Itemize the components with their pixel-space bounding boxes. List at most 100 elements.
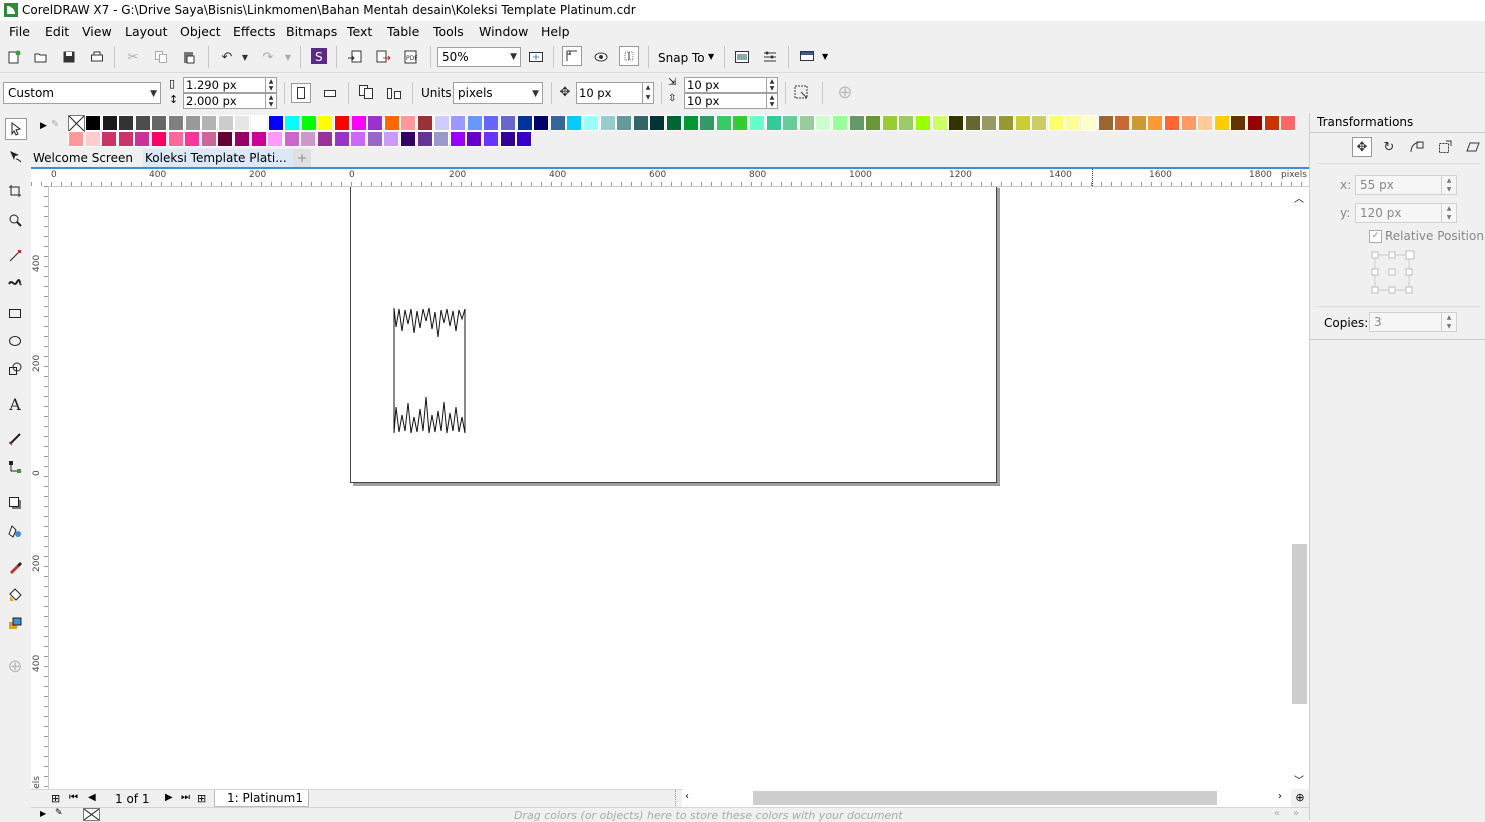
x-position-field[interactable]: 55 px ▲ ▼ xyxy=(1355,175,1457,195)
zoom-navigator-icon[interactable]: ⊕ xyxy=(1291,789,1309,807)
color-swatch[interactable] xyxy=(616,115,633,131)
drop-shadow-tool-icon[interactable] xyxy=(5,493,25,513)
menu-help[interactable]: Help xyxy=(541,24,570,39)
color-swatch[interactable] xyxy=(566,115,583,131)
page-height-field[interactable]: 2.000 px ▲ ▼ xyxy=(183,93,277,109)
horizontal-scroll-thumb[interactable] xyxy=(753,791,1217,805)
add-quick-customize-icon[interactable]: ⊕ xyxy=(836,82,854,103)
zoom-tool-icon[interactable] xyxy=(5,210,25,230)
relative-position-checkbox[interactable]: ✓ xyxy=(1369,230,1382,243)
next-page-icon[interactable]: ▶ xyxy=(165,792,173,803)
parallel-dimension-tool-icon[interactable] xyxy=(5,429,25,449)
color-swatch[interactable] xyxy=(267,115,284,131)
portrait-icon[interactable] xyxy=(291,83,311,103)
color-swatch[interactable] xyxy=(1047,115,1064,131)
size-icon[interactable] xyxy=(1436,138,1454,156)
color-swatch[interactable] xyxy=(964,115,981,131)
doc-palette-arrow-icon[interactable]: ▶ xyxy=(40,809,46,818)
color-swatch[interactable] xyxy=(234,115,251,131)
color-swatch[interactable] xyxy=(184,131,201,147)
color-swatch[interactable] xyxy=(366,131,383,147)
color-swatch[interactable] xyxy=(749,115,765,131)
color-swatch[interactable] xyxy=(234,131,250,147)
color-swatch[interactable] xyxy=(682,115,699,131)
color-swatch[interactable] xyxy=(433,115,450,131)
color-swatch[interactable] xyxy=(649,115,666,131)
menu-object[interactable]: Object xyxy=(180,24,221,39)
zoom-to-page-icon[interactable] xyxy=(527,48,545,66)
color-swatch[interactable] xyxy=(715,115,732,131)
ellipse-tool-icon[interactable] xyxy=(5,331,25,351)
previous-page-icon[interactable]: ◀ xyxy=(88,792,96,803)
color-swatch[interactable] xyxy=(832,115,848,131)
vertical-ruler[interactable]: 4002000200400pixels xyxy=(31,186,49,802)
color-swatch[interactable] xyxy=(1263,115,1280,131)
color-swatch[interactable] xyxy=(251,115,267,131)
doc-palette-eyedropper-icon[interactable]: ✎ xyxy=(55,808,63,818)
tab-welcome-screen[interactable]: Welcome Screen xyxy=(31,149,141,167)
color-swatch[interactable] xyxy=(1213,115,1230,131)
crop-tool-icon[interactable] xyxy=(5,181,25,201)
color-swatch[interactable] xyxy=(483,115,500,131)
anchor-point-selector-icon[interactable] xyxy=(1370,248,1416,298)
undo-dropdown-icon[interactable]: ▼ xyxy=(236,48,254,66)
open-icon[interactable] xyxy=(32,48,50,66)
color-swatch[interactable] xyxy=(367,115,384,131)
color-swatch[interactable] xyxy=(798,115,815,131)
scroll-right-chevron-icon[interactable]: › xyxy=(1278,791,1282,802)
connector-tool-icon[interactable] xyxy=(5,457,25,477)
scale-mirror-icon[interactable] xyxy=(1408,138,1426,156)
color-swatch[interactable] xyxy=(1014,115,1031,131)
current-page-icon[interactable] xyxy=(385,83,403,101)
color-swatch[interactable] xyxy=(499,131,516,147)
search-content-icon[interactable]: S xyxy=(310,47,328,65)
treat-as-filled-icon[interactable] xyxy=(792,83,810,101)
export-icon[interactable] xyxy=(374,48,392,66)
color-swatch[interactable] xyxy=(500,115,516,131)
color-swatch[interactable] xyxy=(583,115,599,131)
color-swatch[interactable] xyxy=(466,131,483,147)
color-swatch[interactable] xyxy=(1130,115,1147,131)
color-swatch[interactable] xyxy=(217,131,234,147)
color-swatch[interactable] xyxy=(765,115,782,131)
color-swatch[interactable] xyxy=(699,115,716,131)
scroll-left-chevron-icon[interactable]: ‹ xyxy=(685,791,689,802)
color-swatch[interactable] xyxy=(450,115,467,131)
color-swatch[interactable] xyxy=(915,115,931,131)
color-swatch[interactable] xyxy=(1180,115,1197,131)
show-grid-icon[interactable] xyxy=(619,46,639,66)
color-swatch[interactable] xyxy=(101,115,118,131)
color-swatch[interactable] xyxy=(300,131,317,147)
new-tab-plus-icon[interactable]: + xyxy=(293,149,311,167)
color-swatch[interactable] xyxy=(333,131,350,147)
menu-table[interactable]: Table xyxy=(387,24,419,39)
text-tool-icon[interactable]: A xyxy=(5,394,25,414)
duplicate-distance-x-field[interactable]: 10 px ▲ ▼ xyxy=(684,77,778,93)
interactive-fill-tool-icon[interactable] xyxy=(5,585,25,605)
color-swatch[interactable] xyxy=(998,115,1014,131)
color-swatch[interactable] xyxy=(815,115,832,131)
redo-icon[interactable]: ↷ xyxy=(259,48,277,66)
menu-bitmaps[interactable]: Bitmaps xyxy=(286,24,337,39)
polygon-tool-icon[interactable] xyxy=(5,359,25,379)
color-swatch[interactable] xyxy=(666,115,682,131)
vertical-scroll-thumb[interactable] xyxy=(1292,544,1307,704)
menu-file[interactable]: File xyxy=(9,24,30,39)
color-swatch[interactable] xyxy=(732,115,749,131)
vertical-scrollbar[interactable]: ︿ ﹀ xyxy=(1291,187,1309,789)
spinner-arrows-icon[interactable]: ▲ ▼ xyxy=(265,78,276,92)
add-page-after-icon[interactable]: ⊞ xyxy=(197,792,206,805)
menu-tools[interactable]: Tools xyxy=(433,24,464,39)
color-swatch[interactable] xyxy=(898,115,915,131)
torn-rectangle-shape[interactable] xyxy=(393,307,467,435)
color-swatch[interactable] xyxy=(101,131,118,147)
color-swatch[interactable] xyxy=(317,115,334,131)
color-swatch[interactable] xyxy=(400,131,416,147)
snap-to-chevron-down-icon[interactable]: ▼ xyxy=(708,52,714,61)
color-swatch[interactable] xyxy=(400,115,417,131)
spinner-arrows-icon[interactable]: ▲ ▼ xyxy=(766,94,777,108)
color-swatch[interactable] xyxy=(1280,115,1297,131)
color-swatch[interactable] xyxy=(931,115,948,131)
smart-fill-tool-icon[interactable] xyxy=(5,613,25,633)
page-tab-platinum1[interactable]: 1: Platinum1 xyxy=(214,790,309,807)
